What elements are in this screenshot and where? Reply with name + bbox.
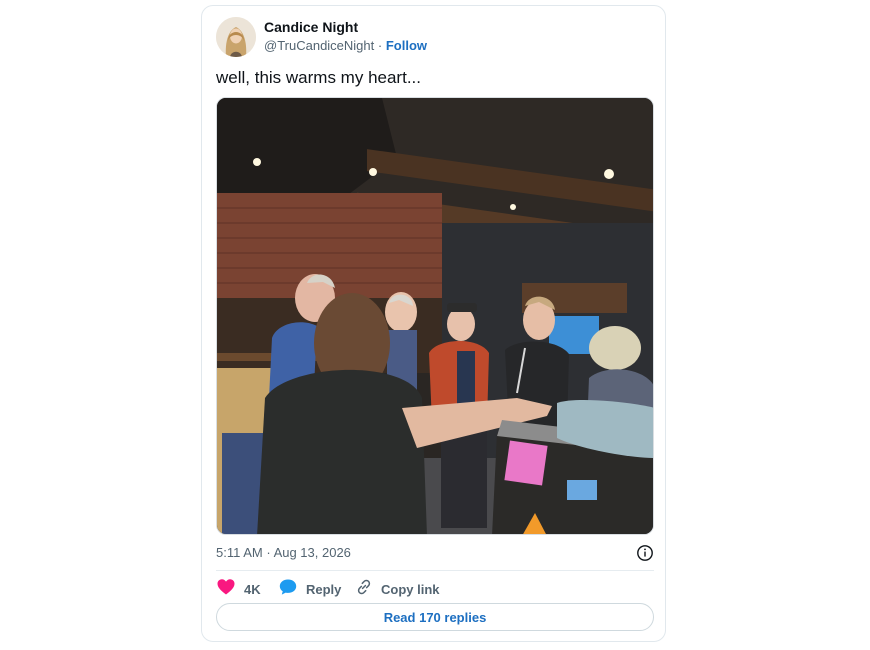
photo-illustration <box>217 98 653 534</box>
handle-row: @TruCandiceNight · Follow <box>264 38 427 53</box>
avatar[interactable] <box>216 17 256 57</box>
copy-link-label: Copy link <box>381 581 440 597</box>
timestamp[interactable]: 5:11 AM · Aug 13, 2026 <box>216 545 351 560</box>
speech-bubble-icon <box>278 577 298 602</box>
heart-icon <box>216 577 236 602</box>
tweet-meta: 5:11 AM · Aug 13, 2026 <box>216 545 654 563</box>
tweet-header: Candice Night @TruCandiceNight · Follow <box>216 17 652 57</box>
like-count: 4K <box>244 581 261 597</box>
link-icon <box>355 578 373 601</box>
copy-link-button[interactable]: Copy link <box>355 578 440 600</box>
avatar-image <box>216 17 256 57</box>
separator-dot: · <box>377 38 383 53</box>
author-name[interactable]: Candice Night <box>264 19 358 35</box>
follow-button[interactable]: Follow <box>386 38 427 53</box>
info-icon[interactable] <box>636 544 654 562</box>
tweet-photo[interactable] <box>216 97 654 535</box>
reply-button[interactable]: Reply <box>278 578 341 600</box>
action-bar: 4K Reply Copy link <box>216 578 654 600</box>
tweet-card: Candice Night @TruCandiceNight · Follow … <box>201 5 666 642</box>
tweet-text: well, this warms my heart... <box>216 68 421 87</box>
read-replies-button[interactable]: Read 170 replies <box>216 603 654 631</box>
reply-label: Reply <box>306 581 342 597</box>
divider <box>216 570 654 571</box>
like-button[interactable]: 4K <box>216 578 261 600</box>
author-handle[interactable]: @TruCandiceNight <box>264 38 374 53</box>
